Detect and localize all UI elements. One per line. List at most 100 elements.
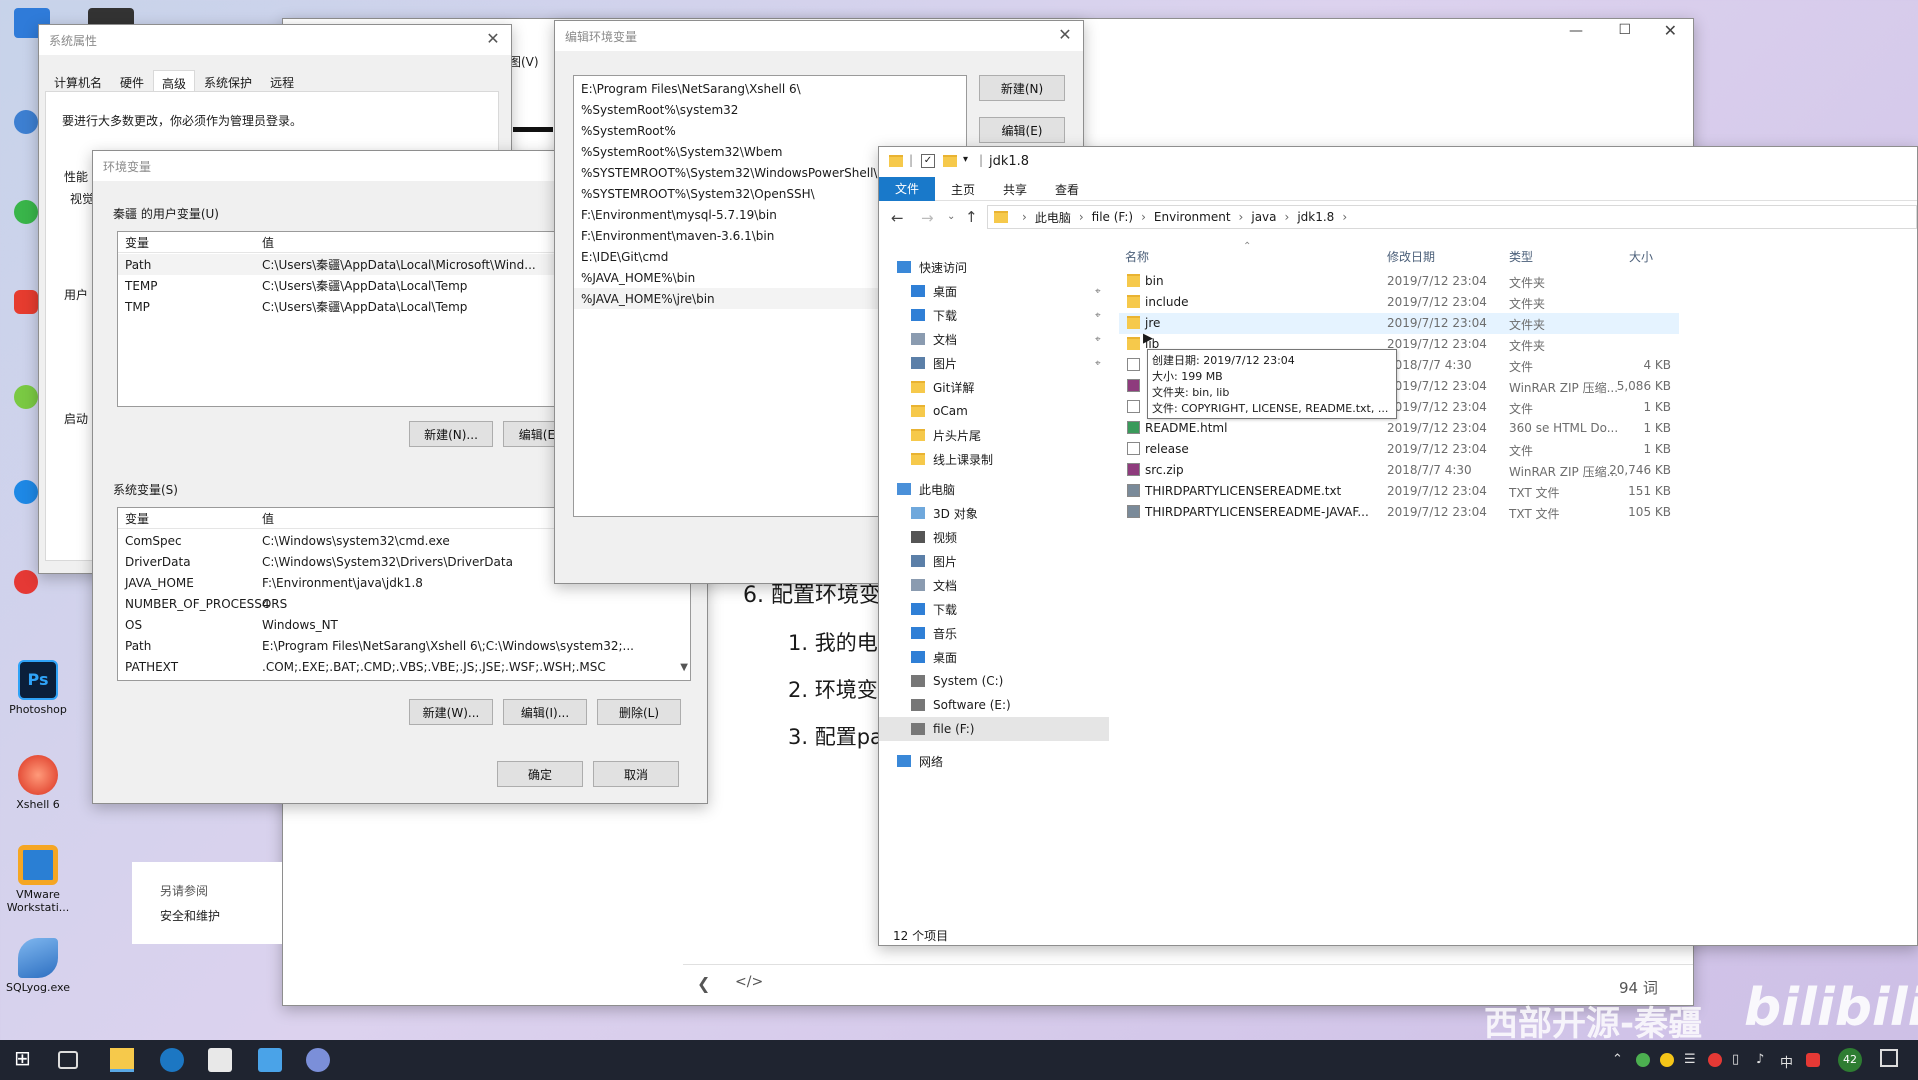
browser-taskbar-icon[interactable] [160, 1048, 184, 1072]
app-icon[interactable] [14, 480, 38, 504]
maximize-icon[interactable]: ☐ [1618, 22, 1631, 38]
nav-item[interactable]: 下载 [879, 597, 1109, 621]
security-link[interactable]: 安全和维护 [160, 907, 220, 924]
tab-home[interactable]: 主页 [951, 181, 975, 198]
pin-icon[interactable]: ⌖ [1095, 286, 1101, 297]
table-row[interactable]: PATHEXT .COM;.EXE;.BAT;.CMD;.VBS;.VBE;.J… [118, 656, 690, 677]
app-taskbar-icon[interactable] [306, 1048, 330, 1072]
column-header-val[interactable]: 值 [262, 510, 274, 527]
tray-chevron-icon[interactable]: ⌃ [1612, 1052, 1623, 1067]
list-item[interactable]: %SystemRoot% [574, 120, 966, 141]
system-delete-button[interactable]: 删除(L) [597, 699, 681, 725]
ok-button[interactable]: 确定 [497, 761, 583, 787]
column-header-name[interactable]: 名称 [1125, 248, 1149, 265]
recent-chevron-icon[interactable]: ⌄ [947, 211, 955, 222]
list-item[interactable]: %SystemRoot%\system32 [574, 99, 966, 120]
action-center-icon[interactable] [1880, 1049, 1898, 1067]
desktop-icon-vmware[interactable]: VMware Workstati... [4, 845, 72, 914]
nav-item[interactable]: 线上课录制 [879, 447, 1109, 471]
nav-item[interactable]: 图片 ⌖ [879, 351, 1109, 375]
input-method-indicator[interactable]: 中 [1780, 1052, 1793, 1071]
properties-icon[interactable]: ✓ [921, 154, 935, 168]
volume-icon[interactable]: ♪ [1756, 1052, 1764, 1067]
close-icon[interactable]: ✕ [483, 29, 503, 49]
settings-taskbar-icon[interactable] [258, 1048, 282, 1072]
nav-item[interactable]: 视频 [879, 525, 1109, 549]
nav-item[interactable]: 文档 ⌖ [879, 327, 1109, 351]
nav-item[interactable]: 桌面 [879, 645, 1109, 669]
chevron-left-icon[interactable]: ❮ [697, 974, 710, 993]
pin-icon[interactable]: ⌖ [1095, 358, 1101, 369]
app-icon[interactable] [14, 110, 38, 134]
file-row[interactable]: THIRDPARTYLICENSEREADME-JAVAF... 2019/7/1… [1119, 502, 1679, 523]
nav-item[interactable]: 快速访问 [879, 255, 1109, 279]
file-row[interactable]: README.html 2019/7/12 23:04 360 se HTML Do… [1119, 418, 1679, 439]
nav-item[interactable]: Software (E:) [879, 693, 1109, 717]
up-arrow-icon[interactable]: ↑ [965, 208, 978, 226]
nav-item[interactable]: 3D 对象 [879, 501, 1109, 525]
minimize-icon[interactable]: — [1569, 23, 1583, 39]
address-bar[interactable]: › 此电脑 › file (F:) › Environment › java ›… [987, 205, 1917, 229]
column-header-var[interactable]: 变量 [125, 234, 149, 251]
nav-item[interactable]: 片头片尾 [879, 423, 1109, 447]
menu-view[interactable]: 图(V) [509, 53, 539, 70]
edit-path-button[interactable]: 编辑(E) [979, 117, 1065, 143]
tray-app-icon[interactable] [1660, 1053, 1674, 1067]
notification-badge[interactable]: 42 [1838, 1048, 1862, 1072]
breadcrumb-item[interactable]: file (F:) [1092, 210, 1133, 224]
breadcrumb-item[interactable]: Environment [1154, 210, 1231, 224]
pin-icon[interactable]: ⌖ [1095, 334, 1101, 345]
app-icon[interactable] [14, 570, 38, 594]
battery-icon[interactable]: ▯ [1732, 1052, 1739, 1067]
wifi-icon[interactable]: ☰ [1684, 1052, 1696, 1067]
new-path-button[interactable]: 新建(N) [979, 75, 1065, 101]
nav-item[interactable]: 音乐 [879, 621, 1109, 645]
table-row[interactable]: OS Windows_NT [118, 614, 690, 635]
breadcrumb-item[interactable]: 此电脑 [1035, 209, 1071, 226]
column-header-val[interactable]: 值 [262, 234, 274, 251]
tab-file[interactable]: 文件 [879, 177, 935, 201]
file-explorer-taskbar-icon[interactable] [110, 1048, 134, 1072]
forward-arrow-icon[interactable]: → [921, 209, 934, 227]
code-icon[interactable]: </> [735, 974, 763, 990]
app-icon[interactable] [14, 290, 38, 314]
close-icon[interactable]: ✕ [1664, 21, 1677, 40]
list-item[interactable]: E:\Program Files\NetSarang\Xshell 6\ [574, 78, 966, 99]
file-row[interactable]: bin 2019/7/12 23:04 文件夹 [1119, 271, 1679, 292]
close-icon[interactable]: ✕ [1055, 25, 1075, 45]
system-edit-button[interactable]: 编辑(I)... [503, 699, 587, 725]
wechat-tray-icon[interactable] [1636, 1053, 1650, 1067]
nav-item[interactable]: 图片 [879, 549, 1109, 573]
nav-item[interactable]: 网络 [879, 749, 1109, 773]
tab-share[interactable]: 共享 [1003, 181, 1027, 198]
column-header-var[interactable]: 变量 [125, 510, 149, 527]
nav-item[interactable]: 桌面 ⌖ [879, 279, 1109, 303]
desktop-icon-sqlyog[interactable]: SQLyog.exe [4, 938, 72, 994]
nav-item[interactable]: file (F:) [879, 717, 1109, 741]
desktop-icon-photoshop[interactable]: Ps Photoshop [4, 660, 72, 716]
column-header-size[interactable]: 大小 [1629, 248, 1653, 265]
pin-icon[interactable]: ⌖ [1095, 310, 1101, 321]
windows-start-icon[interactable]: ⊞ [14, 1046, 38, 1070]
desktop-icon-xshell[interactable]: Xshell 6 [4, 755, 72, 811]
sogou-tray-icon[interactable] [1806, 1053, 1820, 1067]
nav-item[interactable]: Git详解 [879, 375, 1109, 399]
user-new-button[interactable]: 新建(N)... [409, 421, 493, 447]
breadcrumb-item[interactable]: java [1251, 210, 1276, 224]
file-row[interactable]: release 2019/7/12 23:04 文件 1 KB [1119, 439, 1679, 460]
nav-item[interactable]: 此电脑 [879, 477, 1109, 501]
record-tray-icon[interactable] [1708, 1053, 1722, 1067]
new-folder-icon[interactable] [943, 155, 957, 167]
back-arrow-icon[interactable]: ← [891, 209, 904, 227]
nav-item[interactable]: 下载 ⌖ [879, 303, 1109, 327]
task-view-icon[interactable] [58, 1051, 78, 1069]
typora-taskbar-icon[interactable] [208, 1048, 232, 1072]
nav-item[interactable]: System (C:) [879, 669, 1109, 693]
system-new-button[interactable]: 新建(W)... [409, 699, 493, 725]
tab-view[interactable]: 查看 [1055, 181, 1079, 198]
nav-item[interactable]: 文档 [879, 573, 1109, 597]
cancel-button[interactable]: 取消 [593, 761, 679, 787]
nav-item[interactable]: oCam [879, 399, 1109, 423]
scroll-down-icon[interactable]: ▼ [680, 662, 688, 673]
chevron-down-icon[interactable]: ▾ [963, 154, 968, 165]
